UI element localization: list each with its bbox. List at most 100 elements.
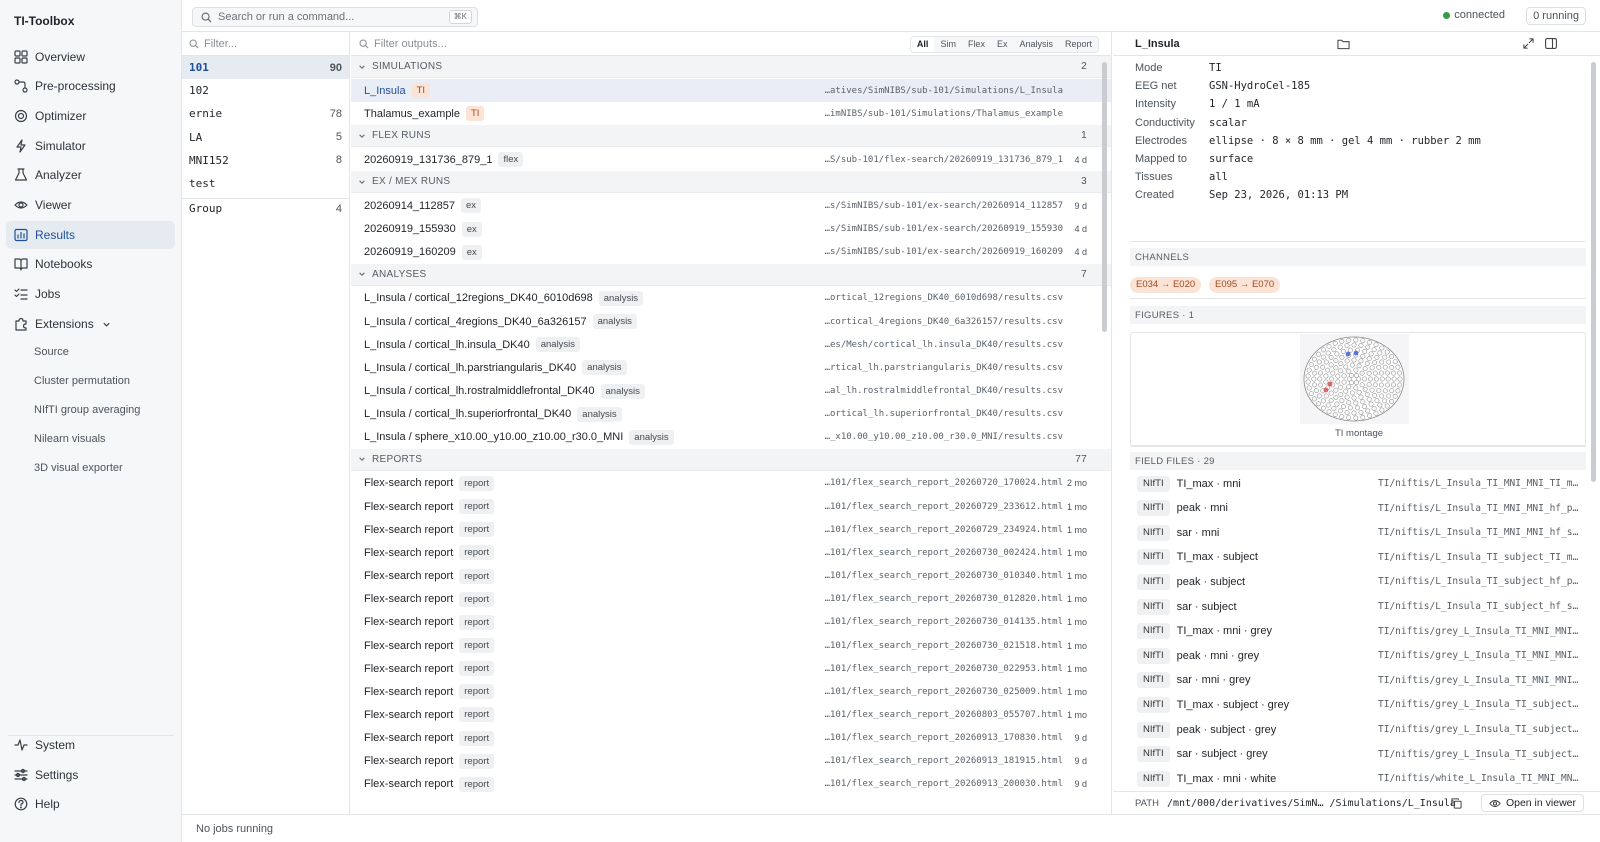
sidebar-item-pre-processing[interactable]: Pre-processing (6, 72, 175, 100)
sidebar-item-jobs[interactable]: Jobs (6, 280, 175, 308)
tab-analysis[interactable]: Analysis (1013, 37, 1059, 52)
extension-item-nilearn-visuals[interactable]: Nilearn visuals (34, 433, 106, 445)
running-jobs-badge[interactable]: 0 running (1526, 7, 1586, 25)
field-file-path: TI/niftis/grey_L_Insula_TI_subject… (1378, 748, 1579, 760)
output-row[interactable]: Flex-search report report …101/flex_search… (351, 588, 1111, 611)
sidebar-item-viewer[interactable]: Viewer (6, 191, 175, 219)
output-row[interactable]: Flex-search report report …101/flex_search… (351, 565, 1111, 588)
field-file-row[interactable]: NIfTI sar · subject · grey TI/niftis/grey_… (1130, 742, 1586, 767)
sidebar-item-analyzer[interactable]: Analyzer (6, 161, 175, 189)
field-file-row[interactable]: NIfTI TI_max · mni · grey TI/niftis/grey_L… (1130, 619, 1586, 644)
detail-scrollbar[interactable] (1591, 62, 1596, 482)
subject-item-test[interactable]: test (182, 172, 349, 195)
output-row[interactable]: 20260914_112857 ex …s/SimNIBS/sub-101/ex-s… (351, 194, 1111, 217)
output-row[interactable]: 20260919_160209 ex …s/SimNIBS/sub-101/ex-s… (351, 241, 1111, 264)
subject-item-mni152[interactable]: MNI152 8 (182, 149, 349, 172)
output-type-badge: analysis (629, 429, 674, 445)
field-file-row[interactable]: NIfTI sar · mni · grey TI/niftis/grey_L_In… (1130, 668, 1586, 693)
field-file-row[interactable]: NIfTI sar · mni TI/niftis/L_Insula_TI_MNI_… (1130, 520, 1586, 545)
output-path: …cortical_4regions_DK40_6a326157/results… (824, 316, 1063, 327)
section-simulations[interactable]: SIMULATIONS 2 (351, 56, 1111, 78)
output-row[interactable]: L_Insula / cortical_4regions_DK40_6a3261… (351, 310, 1111, 333)
outputs-scrollbar[interactable] (1102, 62, 1107, 332)
copy-icon[interactable] (1451, 798, 1462, 809)
output-row[interactable]: L_Insula TI …atives/SimNIBS/sub-101/Simula… (351, 79, 1111, 102)
output-row[interactable]: L_Insula / cortical_lh.rostralmiddlefron… (351, 380, 1111, 403)
folder-icon[interactable] (1337, 38, 1350, 50)
sidebar-item-overview[interactable]: Overview (6, 43, 175, 71)
expand-icon[interactable] (1523, 38, 1534, 49)
section-reports[interactable]: REPORTS 77 (351, 448, 1111, 471)
montage-figure[interactable] (1300, 334, 1409, 424)
output-row[interactable]: Flex-search report report …101/flex_search… (351, 657, 1111, 680)
tab-report[interactable]: Report (1059, 37, 1098, 52)
output-row[interactable]: Flex-search report report …101/flex_search… (351, 750, 1111, 773)
subject-item-101[interactable]: 101 90 (182, 56, 349, 79)
field-file-row[interactable]: NIfTI peak · subject · grey TI/niftis/grey… (1130, 717, 1586, 742)
sidebar-item-optimizer[interactable]: Optimizer (6, 102, 175, 130)
output-row[interactable]: L_Insula / sphere_x10.00_y10.00_z10.00_r… (351, 426, 1111, 449)
section-flex-runs[interactable]: FLEX RUNS 1 (351, 125, 1111, 148)
output-name: Flex-search report (364, 732, 454, 745)
channel-chip[interactable]: E095 → E070 (1209, 277, 1281, 293)
command-search[interactable]: Search or run a command... ⌘K (192, 7, 478, 27)
sidebar-item-extensions[interactable]: Extensions (6, 310, 175, 338)
extension-item-cluster-permutation[interactable]: Cluster permutation (34, 375, 130, 387)
tab-all[interactable]: All (910, 37, 935, 52)
panel-toggle-icon[interactable] (1545, 38, 1557, 49)
extension-item-3d-visual-exporter[interactable]: 3D visual exporter (34, 462, 123, 474)
property-mapped-to: Mapped to surface (1135, 150, 1253, 168)
field-file-row[interactable]: NIfTI TI_max · subject · grey TI/niftis/gr… (1130, 692, 1586, 717)
sidebar-item-results[interactable]: Results (6, 221, 175, 249)
subject-item-102[interactable]: 102 (182, 79, 349, 102)
tab-ex[interactable]: Ex (991, 37, 1014, 52)
output-row[interactable]: Flex-search report report …101/flex_search… (351, 472, 1111, 495)
output-type-badge: analysis (600, 383, 645, 399)
section-ex-mex-runs[interactable]: EX / MEX RUNS 3 (351, 171, 1111, 194)
output-row[interactable]: Flex-search report report …101/flex_search… (351, 727, 1111, 750)
sidebar-item-simulator[interactable]: Simulator (6, 132, 175, 160)
field-file-name: sar · mni (1176, 526, 1220, 539)
output-row[interactable]: L_Insula / cortical_12regions_DK40_6010d… (351, 287, 1111, 310)
channel-chip[interactable]: E034 → E020 (1130, 277, 1202, 293)
output-row[interactable]: 20260919_155930 ex …s/SimNIBS/sub-101/ex-s… (351, 218, 1111, 241)
field-file-row[interactable]: NIfTI TI_max · subject TI/niftis/L_Insula_… (1130, 545, 1586, 570)
subject-item-ernie[interactable]: ernie 78 (182, 102, 349, 125)
output-row[interactable]: Thalamus_example TI …imNIBS/sub-101/Simula… (351, 102, 1111, 125)
output-name: Flex-search report (364, 477, 454, 490)
tab-sim[interactable]: Sim (934, 37, 962, 52)
field-file-row[interactable]: NIfTI peak · subject TI/niftis/L_Insula_TI… (1130, 569, 1586, 594)
file-type-badge: NIfTI (1137, 623, 1170, 640)
output-row[interactable]: Flex-search report report …101/flex_search… (351, 773, 1111, 796)
output-row[interactable]: Flex-search report report …101/flex_search… (351, 703, 1111, 726)
field-file-row[interactable]: NIfTI TI_max · mni TI/niftis/L_Insula_TI_M… (1130, 471, 1586, 496)
sidebar-item-system[interactable]: System (6, 731, 175, 759)
output-row[interactable]: Flex-search report report …101/flex_search… (351, 495, 1111, 518)
subject-group[interactable]: Group 4 (182, 197, 349, 220)
open-in-viewer-button[interactable]: Open in viewer (1480, 794, 1584, 812)
output-row[interactable]: L_Insula / cortical_lh.insula_DK40 analys… (351, 333, 1111, 356)
figure-card[interactable]: TI montage (1130, 332, 1586, 446)
sidebar-item-help[interactable]: Help (6, 790, 175, 818)
output-row[interactable]: 20260919_131736_879_1 flex …S/sub-101/flex… (351, 148, 1111, 171)
extension-item-nifti-group-averaging[interactable]: NIfTI group averaging (34, 404, 140, 416)
tab-flex[interactable]: Flex (962, 37, 991, 52)
subject-filter[interactable]: Filter... (182, 32, 349, 56)
output-row[interactable]: Flex-search report report …101/flex_search… (351, 680, 1111, 703)
output-row[interactable]: Flex-search report report …101/flex_search… (351, 518, 1111, 541)
output-row[interactable]: Flex-search report report …101/flex_search… (351, 634, 1111, 657)
output-row[interactable]: L_Insula / cortical_lh.parstriangularis_… (351, 356, 1111, 379)
sidebar-item-settings[interactable]: Settings (6, 761, 175, 789)
field-file-row[interactable]: NIfTI peak · mni · grey TI/niftis/grey_L_I… (1130, 643, 1586, 668)
field-file-row[interactable]: NIfTI TI_max · mni · white TI/niftis/white… (1130, 766, 1586, 791)
field-file-row[interactable]: NIfTI peak · mni TI/niftis/L_Insula_TI_MNI… (1130, 496, 1586, 521)
subject-item-la[interactable]: LA 5 (182, 126, 349, 149)
output-row[interactable]: Flex-search report report …101/flex_search… (351, 541, 1111, 564)
field-file-row[interactable]: NIfTI sar · subject TI/niftis/L_Insula_TI_… (1130, 594, 1586, 619)
output-row[interactable]: Flex-search report report …101/flex_search… (351, 611, 1111, 634)
section-analyses[interactable]: ANALYSES 7 (351, 263, 1111, 286)
extension-item-source[interactable]: Source (34, 346, 69, 358)
sidebar-item-notebooks[interactable]: Notebooks (6, 250, 175, 278)
output-row[interactable]: L_Insula / cortical_lh.superiorfrontal_D… (351, 403, 1111, 426)
chevron-down-icon[interactable] (102, 320, 111, 329)
